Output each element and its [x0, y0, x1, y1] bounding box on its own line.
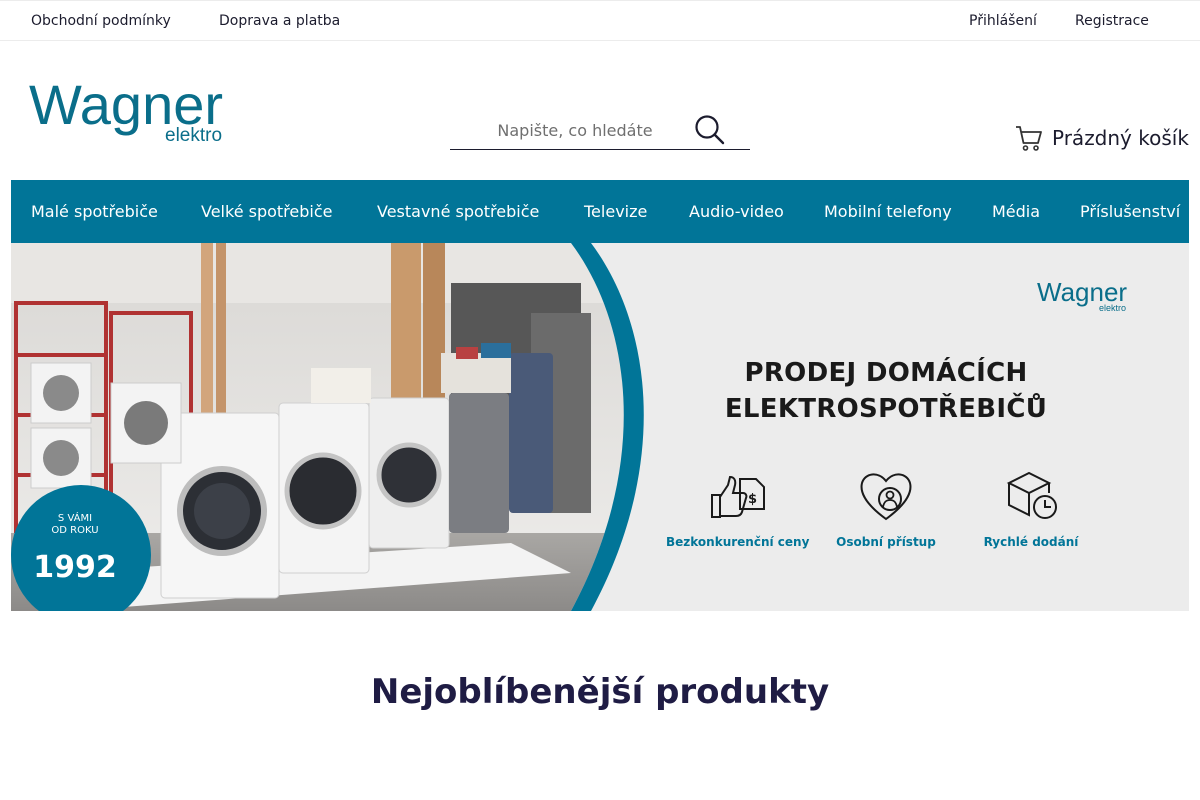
feature-best-prices: $ Bezkonkurenční ceny	[666, 469, 810, 549]
banner-headline: PRODEJ DOMÁCÍCH ELEKTROSPOTŘEBIČŮ	[651, 355, 1121, 427]
banner-logo: Wagner elektro	[1037, 279, 1127, 313]
banner-headline-line-1: PRODEJ DOMÁCÍCH	[744, 358, 1028, 388]
nav-item-accessories[interactable]: Příslušenství	[1080, 202, 1180, 221]
svg-text:OD ROKU: OD ROKU	[51, 525, 98, 536]
cart-button[interactable]: Prázdný košík	[1014, 122, 1189, 154]
svg-text:1992: 1992	[33, 550, 117, 585]
nav-item-media[interactable]: Média	[992, 202, 1040, 221]
search-box	[450, 112, 750, 150]
wagner-logo[interactable]: Wagner elektro	[29, 74, 259, 148]
login-link[interactable]: Přihlášení	[969, 13, 1037, 29]
heart-person-icon	[860, 473, 912, 521]
nav-item-small-appliances[interactable]: Malé spotřebiče	[31, 202, 158, 221]
banner-headline-line-2: ELEKTROSPOTŘEBIČŮ	[724, 394, 1048, 424]
main-nav: Malé spotřebiče Velké spotřebiče Vestavn…	[11, 180, 1189, 243]
nav-item-large-appliances[interactable]: Velké spotřebiče	[201, 202, 332, 221]
feature-label: Rychlé dodání	[983, 535, 1079, 549]
package-clock-icon	[1006, 471, 1057, 519]
search-input[interactable]	[450, 112, 700, 148]
feature-label: Osobní přístup	[836, 535, 936, 549]
svg-text:S VÁMI: S VÁMI	[58, 511, 92, 524]
nav-item-mobile-phones[interactable]: Mobilní telefony	[824, 202, 952, 221]
since-1992-badge: S VÁMI OD ROKU 1992	[11, 485, 151, 611]
top-bar: Obchodní podmínky Doprava a platba Přihl…	[0, 0, 1200, 41]
section-title: Nejoblíbenější produkty	[370, 672, 830, 712]
svg-text:$: $	[748, 492, 757, 507]
feature-personal-approach: Osobní přístup	[816, 469, 956, 549]
svg-text:elektro: elektro	[165, 125, 222, 146]
price-tag-thumbs-up-icon: $	[711, 475, 765, 518]
search-icon[interactable]	[694, 114, 726, 146]
cart-label: Prázdný košík	[1052, 126, 1189, 150]
nav-item-built-in-appliances[interactable]: Vestavné spotřebiče	[377, 202, 539, 221]
feature-fast-delivery: Rychlé dodání	[961, 469, 1101, 549]
cart-icon	[1016, 126, 1042, 151]
shipping-payment-link[interactable]: Doprava a platba	[219, 13, 340, 29]
hero-banner[interactable]: S VÁMI OD ROKU 1992 Wagner elektro PRODE…	[11, 243, 1189, 611]
nav-item-televisions[interactable]: Televize	[584, 202, 647, 221]
feature-label: Bezkonkurenční ceny	[666, 535, 810, 549]
terms-link[interactable]: Obchodní podmínky	[31, 13, 171, 29]
svg-text:elektro: elektro	[1099, 303, 1126, 313]
nav-item-audio-video[interactable]: Audio-video	[689, 202, 784, 221]
register-link[interactable]: Registrace	[1075, 13, 1149, 29]
